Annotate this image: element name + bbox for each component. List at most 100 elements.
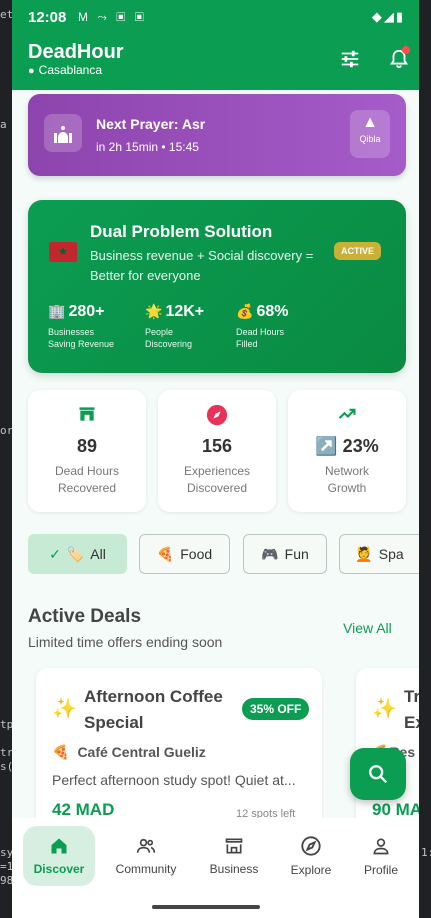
pizza-icon: 🍕 <box>156 545 175 562</box>
metric-label: Dead Hours <box>54 464 120 478</box>
metric-card: 156 Experiences Discovered <box>158 390 276 512</box>
deal-description: Perfect afternoon study spot! Quiet at..… <box>52 772 296 788</box>
hero-title: Dual Problem Solution <box>90 222 273 241</box>
trending-up-icon <box>338 408 356 419</box>
stat-label: People <box>145 327 174 337</box>
filter-chip-spa[interactable]: 💆 Spa <box>339 534 419 574</box>
nav-item-community[interactable]: Community <box>110 826 182 886</box>
metric-value: 89 <box>76 436 98 456</box>
people-icon <box>136 838 156 853</box>
tune-icon[interactable] <box>339 48 361 70</box>
section-title: Active Deals <box>28 606 142 627</box>
notification-icons: M ⤳ ▣ ▣ <box>78 10 147 24</box>
spa-icon: 💆 <box>355 545 373 562</box>
metric-card: ↗️ 23% Network Growth <box>288 390 406 512</box>
view-all-link[interactable]: View All <box>343 620 392 636</box>
status-bar: 12:08 M ⤳ ▣ ▣ ◆◢▮ <box>12 0 419 36</box>
nav-item-business[interactable]: Business <box>198 826 270 886</box>
metric-label: Experiences <box>183 464 251 478</box>
hero-stat: 🌟 12K+ People Discovering <box>145 303 204 350</box>
stat-label: Dead Hours <box>236 327 285 337</box>
hero-stat: 💰 68% Dead Hours Filled <box>236 303 288 350</box>
location-label: Casablanca <box>38 63 103 77</box>
deal-title: TrEx <box>404 687 419 732</box>
sparkles-icon: ✨ <box>52 698 77 720</box>
location-pin-icon: ● <box>28 65 35 77</box>
deal-venue: 🍕 Café Central Gueliz <box>52 744 206 760</box>
prayer-card[interactable]: Next Prayer: Asr in 2h 15min • 15:45 ▲ Q… <box>28 94 406 176</box>
stat-label: Discovering <box>145 339 193 349</box>
home-indicator[interactable] <box>152 905 260 909</box>
mosque-icon <box>44 114 82 152</box>
metric-label: Network <box>324 464 369 478</box>
tag-icon: 🏷️ <box>66 545 85 562</box>
stat-label: Filled <box>236 339 258 349</box>
hero-subtitle: Business revenue + Social discovery = Be… <box>90 248 314 283</box>
filter-label: All <box>90 546 106 562</box>
notification-dot <box>402 46 410 54</box>
check-icon: ✓ <box>49 545 61 562</box>
compass-icon <box>301 836 321 856</box>
nav-label: Profile <box>363 863 398 877</box>
hero-card: ★ Dual Problem Solution Business revenue… <box>28 200 406 373</box>
stat-label: Saving Revenue <box>48 339 115 349</box>
filter-chip-fun[interactable]: 🎮 Fun <box>243 534 327 574</box>
storefront-icon <box>225 838 243 854</box>
metric-card: 89 Dead Hours Recovered <box>28 390 146 512</box>
search-fab[interactable] <box>350 748 406 800</box>
metric-label: Growth <box>327 481 367 495</box>
building-icon: 🏢 <box>48 303 66 319</box>
prayer-time: in 2h 15min • 15:45 <box>96 140 199 154</box>
nav-item-explore[interactable]: Explore <box>275 826 347 886</box>
app-title: DeadHour <box>28 41 124 63</box>
pizza-icon: 🍕 <box>52 744 70 760</box>
stat-label: Businesses <box>48 327 95 337</box>
filter-chip-all[interactable]: ✓ 🏷️ All <box>28 534 127 574</box>
bottom-navigation: Discover Community Business Explore Prof… <box>12 818 419 918</box>
app-bar: DeadHour ● Casablanca <box>12 36 419 90</box>
hero-stat: 🏢 280+ Businesses Saving Revenue <box>48 303 114 350</box>
metric-label: Recovered <box>57 481 117 495</box>
filter-chip-food[interactable]: 🍕 Food <box>139 534 230 574</box>
active-badge: ACTIVE <box>334 242 382 260</box>
stat-value: 12K+ <box>165 303 205 320</box>
status-time: 12:08 <box>28 9 67 26</box>
section-subtitle: Limited time offers ending soon <box>28 634 223 650</box>
background-fragment: a <box>0 118 7 131</box>
phone-screen: 12:08 M ⤳ ▣ ▣ ◆◢▮ DeadHour ● Casablanca N… <box>12 0 419 918</box>
deal-card[interactable]: ✨ Afternoon Coffee Special 35% OFF 🍕 Café … <box>36 668 322 828</box>
discount-badge: 35% OFF <box>242 698 310 720</box>
stat-value: 68% <box>256 303 289 320</box>
nav-item-profile[interactable]: Profile <box>345 826 417 886</box>
filter-label: Food <box>180 546 213 562</box>
home-icon <box>51 838 67 854</box>
qibla-label: Qibla <box>359 134 381 144</box>
compass-icon <box>206 404 228 426</box>
prayer-title: Next Prayer: Asr <box>96 116 206 132</box>
qibla-button[interactable]: ▲ Qibla <box>350 110 390 158</box>
nav-label: Business <box>209 862 259 876</box>
money-bag-icon: 💰 <box>236 303 254 319</box>
metric-label: Discovered <box>186 481 248 495</box>
search-icon <box>369 765 388 784</box>
background-fragment: 1: <box>421 846 431 859</box>
filter-label: Fun <box>284 546 309 562</box>
deal-price: 90 MA <box>372 800 419 819</box>
nav-label: Discover <box>33 862 85 876</box>
location[interactable]: ● Casablanca <box>28 63 102 77</box>
store-icon <box>79 407 95 421</box>
gamepad-icon: 🎮 <box>261 545 279 562</box>
system-icons: ◆◢▮ <box>371 9 405 24</box>
metric-value: 156 <box>201 436 233 456</box>
morocco-flag-icon: ★ <box>49 242 77 262</box>
nav-item-discover[interactable]: Discover <box>23 826 95 886</box>
nav-label: Explore <box>290 863 332 877</box>
person-icon <box>373 838 389 855</box>
nav-label: Community <box>115 862 177 876</box>
star-icon: 🌟 <box>145 303 163 319</box>
deal-title: Afternoon Coffee Special <box>84 687 223 732</box>
navigation-arrow-icon: ▲ <box>362 114 378 131</box>
filter-label: Spa <box>378 546 404 562</box>
metric-value: ↗️ 23% <box>315 436 379 456</box>
sparkles-icon: ✨ <box>372 698 397 720</box>
